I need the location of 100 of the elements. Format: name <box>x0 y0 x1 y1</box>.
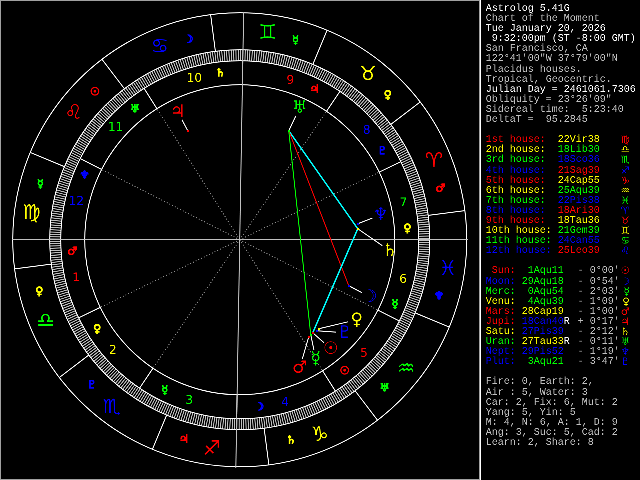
planet-glyph: ♇ <box>337 323 353 343</box>
sign-glyph: ♏ <box>621 156 630 166</box>
sign-glyph: ♎ <box>36 308 55 332</box>
planet-glyph: ♄ <box>621 328 630 338</box>
sign-glyph: ♒ <box>397 356 416 380</box>
retrograde-mark: R <box>564 318 570 328</box>
house-cusp-tick <box>78 307 102 319</box>
planet-glyph: ☉ <box>621 267 630 278</box>
sign-glyph: ♓ <box>621 196 630 207</box>
house-cusp-tick <box>80 158 102 170</box>
house-cusp-tick <box>326 91 341 112</box>
house-position: 25Leo39 <box>558 247 600 258</box>
planet-deviation: - 1°00' <box>578 308 620 318</box>
house-number: 11 <box>108 120 124 134</box>
ruler-glyph: ♄ <box>216 66 226 80</box>
ruler-glyph: ☽ <box>184 32 194 46</box>
planet-deviation: - 3°47' <box>578 358 620 368</box>
info-line: Sidereal time: 5:23:40 <box>486 106 626 116</box>
house-position: 25Aqu39 <box>558 186 600 197</box>
sign-divider <box>152 414 168 450</box>
planet-name: Moon: <box>486 278 516 288</box>
planet-position: 29Aqu18 <box>520 278 564 288</box>
house-label: 6th house: <box>486 186 548 197</box>
house-number: 10 <box>187 71 202 86</box>
sign-divider <box>102 59 126 90</box>
planet-deviation: - 0°54' <box>578 278 620 288</box>
sign-divider <box>312 30 328 66</box>
sign-glyph: ♉ <box>359 62 378 86</box>
planet-glyph: ♀ <box>350 310 364 330</box>
ruler-glyph: ☽ <box>254 400 264 414</box>
house-position: 21Sag39 <box>558 166 600 176</box>
house-position: 22Pis38 <box>558 196 600 207</box>
sign-glyph: ♈ <box>621 206 630 217</box>
sign-glyph: ♐ <box>203 436 222 460</box>
sign-glyph: ♈ <box>425 148 444 172</box>
house-number: 1 <box>72 270 80 285</box>
summary-line: Ang: 3, Suc: 5, Cad: 2 <box>486 428 620 439</box>
sign-divider <box>14 264 52 270</box>
house-label: 7th house: <box>486 196 548 207</box>
ruler-glyph: ♆ <box>80 169 90 182</box>
house-number: 9 <box>286 72 294 87</box>
house-position: 18Tau36 <box>558 216 600 227</box>
planet-name: Sun: <box>492 267 516 278</box>
sign-glyph: ♒ <box>621 186 630 197</box>
planet-name: Satu: <box>486 328 516 338</box>
sign-glyph: ♉ <box>621 216 630 227</box>
summary-line: Yang: 5, Yin: 5 <box>486 408 576 419</box>
planet-glyph: ☽ <box>362 287 378 307</box>
planet-name: Mars: <box>486 308 516 318</box>
sign-glyph: ♍ <box>22 200 41 224</box>
ruler-glyph: ♂ <box>67 245 78 258</box>
ruler-glyph: ☿ <box>392 298 399 311</box>
info-line: Obliquity = 23°26'09" <box>486 96 612 106</box>
ruler-glyph: ♅ <box>380 381 390 394</box>
house-label: 5th house: <box>486 176 548 187</box>
planet-name: Uran: <box>486 338 516 348</box>
house-cusp-tick <box>144 88 158 110</box>
house-number: 2 <box>109 343 117 358</box>
ruler-glyph: ♅ <box>130 102 140 116</box>
sign-divider <box>210 14 216 52</box>
house-position: 18Lib30 <box>558 146 600 156</box>
sign-glyph: ♏ <box>102 394 121 418</box>
planet-deviation: - 2°03' <box>578 288 620 298</box>
planet-glyph: ♄ <box>382 241 398 261</box>
house-cusp-tick <box>139 368 154 389</box>
sign-divider <box>354 390 378 421</box>
planet-glyph: ☽ <box>621 278 630 288</box>
info-line: Astrolog 5.41G <box>486 5 570 15</box>
house-number: 6 <box>400 272 408 286</box>
sign-divider <box>390 102 421 126</box>
ruler-glyph: ☉ <box>340 364 350 378</box>
planet-position: 27Pis39 <box>520 328 564 338</box>
sign-divider <box>30 152 66 168</box>
ruler-glyph: ♆ <box>434 289 444 302</box>
planet-deviation: - 1°09' <box>578 298 620 308</box>
planet-glyph: ♆ <box>621 348 630 358</box>
ruler-glyph: ♄ <box>286 434 296 448</box>
planet-glyph: ♅ <box>292 98 308 118</box>
sign-glyph: ♋ <box>621 237 630 248</box>
house-position: 24Cap55 <box>558 176 600 187</box>
info-line: Placidus houses. <box>486 66 582 76</box>
ruler-glyph: ♃ <box>179 432 190 446</box>
planet-glyph: ♃ <box>621 318 630 328</box>
house-number: 3 <box>186 393 194 408</box>
planet-name: Venu: <box>486 298 516 308</box>
sign-divider <box>428 210 466 216</box>
house-position: 21Gem39 <box>558 227 600 238</box>
planet-deviation: + 0°17' <box>578 318 620 328</box>
planet-position: 28Cap19 <box>520 308 564 318</box>
planet-pointer <box>288 116 297 132</box>
planet-pointer <box>357 228 384 246</box>
ruler-glyph: ☿ <box>292 34 300 48</box>
retrograde-mark: R <box>564 338 570 348</box>
planet-name: Plut: <box>486 358 516 368</box>
summary-line: Learn: 2, Share: 8 <box>486 439 596 450</box>
info-line: Chart of the Moment <box>486 15 600 26</box>
house-label: 4th house: <box>486 166 548 176</box>
house-position: 18Ari30 <box>558 206 600 217</box>
planet-pointer <box>357 218 374 225</box>
planet-deviation: - 0°00' <box>578 267 620 278</box>
